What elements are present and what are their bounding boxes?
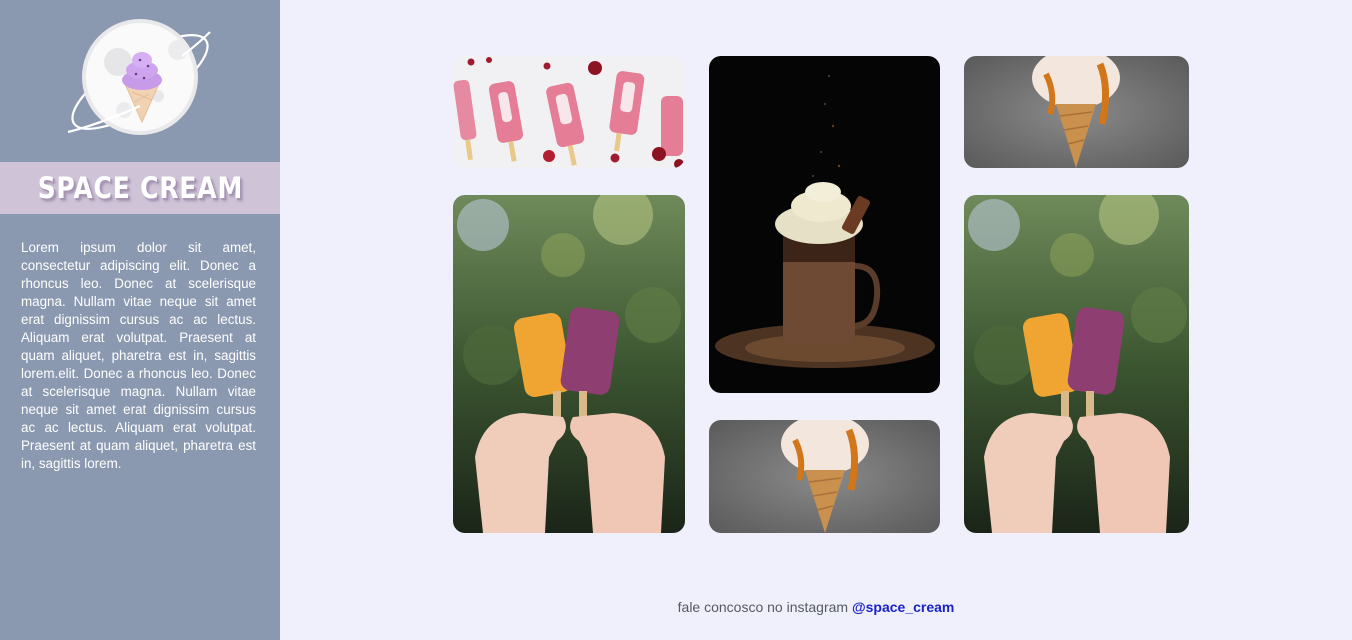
- sidebar: Space Cream Lorem ipsum dolor sit amet, …: [0, 0, 280, 640]
- instagram-link[interactable]: @space_cream: [852, 599, 954, 615]
- brand-banner: Space Cream: [0, 162, 280, 214]
- gallery-image-caramel-cone[interactable]: [964, 56, 1189, 168]
- ice-cream-planet-icon: [67, 19, 211, 135]
- footer-text: fale concosco no instagram: [677, 599, 852, 615]
- brand-logo: [60, 14, 220, 144]
- gallery-image-caramel-cone[interactable]: [709, 420, 940, 533]
- gallery-image-popsicles-cherries[interactable]: [453, 56, 685, 168]
- gallery-image-popsicles-hands[interactable]: [453, 195, 685, 533]
- footer: fale concosco no instagram @space_cream: [280, 599, 1352, 615]
- sidebar-description: Lorem ipsum dolor sit amet, consectetur …: [21, 240, 256, 471]
- gallery-image-popsicles-hands[interactable]: [964, 195, 1189, 533]
- gallery-image-milkshake[interactable]: [709, 56, 940, 393]
- brand-title: Space Cream: [37, 171, 243, 205]
